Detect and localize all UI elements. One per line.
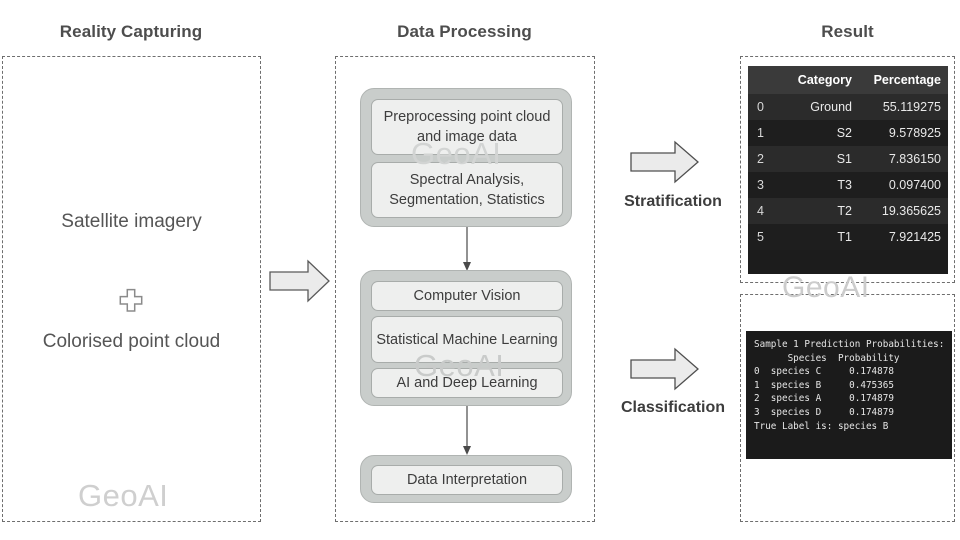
cell-category: T1 xyxy=(785,224,859,250)
arrow-label-classification: Classification xyxy=(620,399,726,416)
column-title-result: Result xyxy=(821,22,874,41)
cell-category: S2 xyxy=(785,120,859,146)
cell-index: 1 xyxy=(748,120,785,146)
diagram-canvas: Reality Capturing Data Processing Result… xyxy=(0,0,960,540)
process-box-ai-deep-learning[interactable]: AI and Deep Learning xyxy=(371,368,563,398)
cell-percentage: 7.921425 xyxy=(858,224,948,250)
table-header-percentage: Percentage xyxy=(858,66,948,94)
plus-icon xyxy=(119,288,143,312)
cell-percentage: 0.097400 xyxy=(858,172,948,198)
cell-percentage: 7.836150 xyxy=(858,146,948,172)
table-header-category: Category xyxy=(785,66,859,94)
table-row: 5 T1 7.921425 xyxy=(748,224,948,250)
table-row: 2 S1 7.836150 xyxy=(748,146,948,172)
table-header-row: Category Percentage xyxy=(748,66,948,94)
process-box-computer-vision[interactable]: Computer Vision xyxy=(371,281,563,311)
cell-category: T3 xyxy=(785,172,859,198)
block-arrow-stratification xyxy=(630,140,699,184)
cell-index: 4 xyxy=(748,198,785,224)
block-arrow-reality-to-processing xyxy=(269,259,330,303)
processing-group-interpretation: Data Interpretation xyxy=(360,455,572,503)
column-title-reality-capturing: Reality Capturing xyxy=(59,22,203,41)
arrow-label-stratification: Stratification xyxy=(624,193,722,210)
processing-group-analysis-methods: Computer Vision Statistical Machine Lear… xyxy=(360,270,572,406)
cell-index: 2 xyxy=(748,146,785,172)
down-arrow-connector-1 xyxy=(463,227,471,271)
cell-category: T2 xyxy=(785,198,859,224)
column-title-data-processing: Data Processing xyxy=(397,22,532,41)
down-arrow-connector-2 xyxy=(463,406,471,455)
result-stratification-table: Category Percentage 0 Ground 55.119275 1 S2 9… xyxy=(748,66,948,274)
table-header-index xyxy=(748,66,785,94)
cell-index: 0 xyxy=(748,94,785,120)
cell-percentage: 9.578925 xyxy=(858,120,948,146)
process-box-preprocessing[interactable]: Preprocessing point cloud and image data xyxy=(371,99,563,155)
table-row: 1 S2 9.578925 xyxy=(748,120,948,146)
stratification-table: Category Percentage 0 Ground 55.119275 1 S2 9… xyxy=(748,66,948,250)
block-arrow-classification xyxy=(630,347,699,391)
table-row: 3 T3 0.097400 xyxy=(748,172,948,198)
cell-index: 5 xyxy=(748,224,785,250)
cell-percentage: 19.365625 xyxy=(858,198,948,224)
cell-percentage: 55.119275 xyxy=(858,94,948,120)
table-body: 0 Ground 55.119275 1 S2 9.578925 2 S1 7.836150 3 T… xyxy=(748,94,948,250)
classification-terminal-output: Sample 1 Prediction Probabilities: Speci… xyxy=(746,331,952,459)
process-box-spectral-analysis[interactable]: Spectral Analysis, Segmentation, Statist… xyxy=(371,162,563,218)
cell-category: Ground xyxy=(785,94,859,120)
cell-index: 3 xyxy=(748,172,785,198)
process-box-statistical-machine-learning[interactable]: Statistical Machine Learning xyxy=(371,316,563,363)
cell-category: S1 xyxy=(785,146,859,172)
processing-group-preprocessing: Preprocessing point cloud and image data… xyxy=(360,88,572,227)
table-row: 4 T2 19.365625 xyxy=(748,198,948,224)
process-box-data-interpretation[interactable]: Data Interpretation xyxy=(371,465,563,495)
table-row: 0 Ground 55.119275 xyxy=(748,94,948,120)
reality-input-colorised-point-cloud: Colorised point cloud xyxy=(42,331,221,352)
reality-input-satellite-imagery: Satellite imagery xyxy=(61,211,202,232)
